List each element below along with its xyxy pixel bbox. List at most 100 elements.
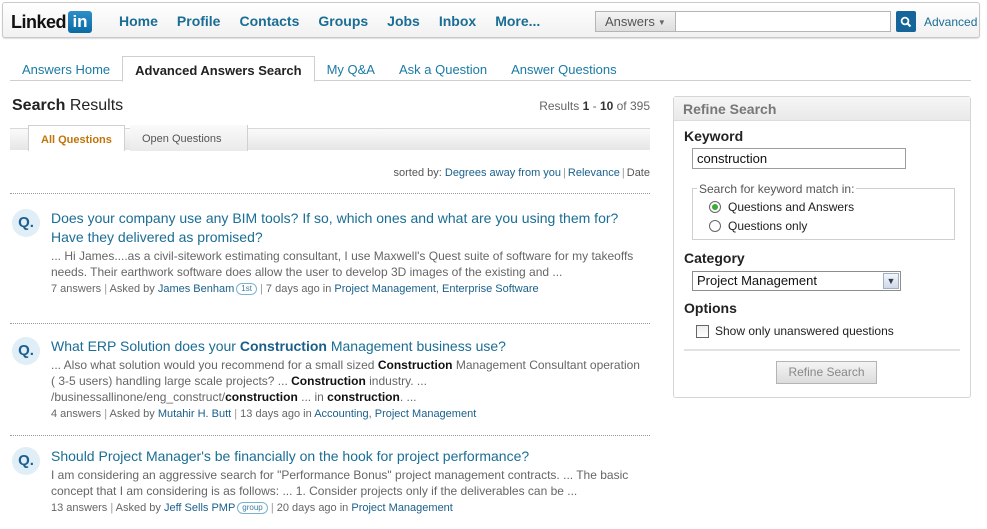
nav-contacts[interactable]: Contacts xyxy=(239,13,299,29)
answer-count: 7 answers xyxy=(51,283,102,295)
snippet-highlight: Construction xyxy=(291,374,366,388)
radio-label: Questions and Answers xyxy=(728,200,855,214)
answer-count: 4 answers xyxy=(51,408,102,420)
keyword-input[interactable] xyxy=(692,148,906,169)
sort-relevance[interactable]: Relevance xyxy=(568,167,620,179)
question-snippet: ... Hi James....as a civil-sitework esti… xyxy=(51,249,634,279)
radio-questions-only[interactable]: Questions only xyxy=(709,219,807,233)
asked-by-label: Asked by xyxy=(109,408,158,420)
nav-jobs[interactable]: Jobs xyxy=(387,13,420,29)
radio-label: Questions only xyxy=(728,219,808,233)
question-meta: 7 answers | Asked by James Benham 1st | 7… xyxy=(51,283,539,295)
question-title[interactable]: Does your company use any BIM tools? If … xyxy=(51,209,651,247)
question-title[interactable]: Should Project Manager's be financially … xyxy=(51,447,650,466)
snippet-highlight: construction xyxy=(327,390,400,404)
divider xyxy=(10,435,650,436)
radio-unselected-icon[interactable] xyxy=(709,220,721,232)
category-link[interactable]: Project Management xyxy=(375,408,477,420)
question-item: Q. What ERP Solution does your Construct… xyxy=(10,337,650,421)
search-button[interactable] xyxy=(896,11,916,32)
tab-my-qa[interactable]: My Q&A xyxy=(315,56,387,81)
unanswered-label: Show only unanswered questions xyxy=(715,324,894,338)
question-icon: Q. xyxy=(12,447,40,475)
page-title: Search Results xyxy=(12,97,123,115)
keyword-match-fieldset: Search for keyword match in: Questions a… xyxy=(692,182,955,240)
snippet-text: ... in xyxy=(297,390,328,404)
question-snippet: ... Also what solution would you recomme… xyxy=(51,357,646,405)
author-link[interactable]: Mutahir H. Butt xyxy=(158,408,231,420)
logo-text: Linked xyxy=(11,11,67,32)
question-age: 20 days ago in xyxy=(276,502,352,514)
unanswered-checkbox[interactable] xyxy=(696,324,709,338)
question-meta: 4 answers | Asked by Mutahir H. Butt | 1… xyxy=(51,408,477,420)
sorted-by-label: sorted by: xyxy=(393,167,445,179)
nav-groups[interactable]: Groups xyxy=(318,13,368,29)
search-scope-label: Answers xyxy=(605,14,655,29)
question-icon: Q. xyxy=(12,337,40,365)
answers-tabs: Answers Home Advanced Answers Search My … xyxy=(10,56,971,82)
connection-degree-badge: 1st xyxy=(236,283,257,295)
divider xyxy=(10,323,650,324)
group-badge: group xyxy=(237,502,268,514)
question-filter-tabs: All Questions Open Questions xyxy=(10,125,650,151)
results-count: Results 1 - 10 of 395 xyxy=(539,99,650,113)
results-count-prefix: Results xyxy=(539,99,583,113)
snippet-highlight: Construction xyxy=(377,358,453,372)
author-link[interactable]: Jeff Sells PMP xyxy=(164,502,235,514)
results-count-dash: - xyxy=(589,99,600,113)
tab-advanced-answers-search[interactable]: Advanced Answers Search xyxy=(122,56,315,82)
category-link[interactable]: Accounting xyxy=(314,408,368,420)
logo-in-badge: in xyxy=(68,11,93,33)
page-title-rest: Results xyxy=(65,97,124,114)
global-search: Answers ▼ Advanced xyxy=(595,11,977,32)
title-text: What ERP Solution does your xyxy=(51,338,240,354)
sort-separator: | xyxy=(563,167,566,179)
unanswered-only-option[interactable]: Show only unanswered questions xyxy=(696,324,894,338)
sort-separator: | xyxy=(621,167,625,179)
sort-options: sorted by: Degrees away from you | Relevan… xyxy=(394,167,650,179)
refine-search-button[interactable]: Refine Search xyxy=(776,361,877,384)
options-label: Options xyxy=(684,300,737,316)
keyword-match-legend: Search for keyword match in: xyxy=(697,182,857,196)
radio-questions-and-answers[interactable]: Questions and Answers xyxy=(709,200,854,214)
asked-by-label: Asked by xyxy=(115,502,164,514)
subtab-open-questions[interactable]: Open Questions xyxy=(130,125,248,151)
tab-answers-home[interactable]: Answers Home xyxy=(10,56,122,81)
author-link[interactable]: James Benham xyxy=(158,283,234,295)
category-select[interactable]: Project Management ▼ xyxy=(692,271,901,291)
nav-more[interactable]: More... xyxy=(495,13,540,29)
radio-selected-icon[interactable] xyxy=(709,201,721,213)
question-snippet: I am considering an aggressive search fo… xyxy=(51,468,629,498)
magnifier-icon xyxy=(900,16,912,27)
top-navigation-bar: Linked in Home Profile Contacts Groups J… xyxy=(2,2,980,38)
refine-search-title: Refine Search xyxy=(674,97,970,121)
nav-inbox[interactable]: Inbox xyxy=(439,13,476,29)
question-age: 13 days ago in xyxy=(240,408,315,420)
nav-profile[interactable]: Profile xyxy=(177,13,221,29)
snippet-text: ... Also what solution would you recomme… xyxy=(51,358,378,372)
search-input[interactable] xyxy=(675,11,891,32)
nav-home[interactable]: Home xyxy=(119,13,158,29)
search-scope-dropdown[interactable]: Answers ▼ xyxy=(595,11,675,32)
title-highlight: Construction xyxy=(239,338,327,354)
category-link[interactable]: Project Management xyxy=(351,502,453,514)
divider xyxy=(684,349,960,351)
chevron-down-icon[interactable]: ▼ xyxy=(883,273,899,289)
title-text: Management business use? xyxy=(326,338,506,354)
question-title[interactable]: What ERP Solution does your Construction… xyxy=(51,337,650,356)
category-select-value: Project Management xyxy=(697,273,817,288)
category-link[interactable]: Project Management xyxy=(334,283,436,295)
tab-ask-a-question[interactable]: Ask a Question xyxy=(387,56,499,81)
subtab-all-questions[interactable]: All Questions xyxy=(28,125,125,151)
question-age: 7 days ago in xyxy=(265,283,335,295)
tab-answer-questions[interactable]: Answer Questions xyxy=(499,56,629,81)
category-link[interactable]: Enterprise Software xyxy=(442,283,539,295)
results-count-total: of 395 xyxy=(613,99,650,113)
refine-search-panel: Refine Search Keyword Search for keyword… xyxy=(673,96,971,398)
divider xyxy=(10,193,650,194)
linkedin-logo[interactable]: Linked in xyxy=(11,11,93,33)
asked-by-label: Asked by xyxy=(109,283,158,295)
sort-date[interactable]: Date xyxy=(627,167,650,179)
advanced-search-link[interactable]: Advanced xyxy=(924,15,977,29)
sort-degrees[interactable]: Degrees away from you xyxy=(445,167,561,179)
